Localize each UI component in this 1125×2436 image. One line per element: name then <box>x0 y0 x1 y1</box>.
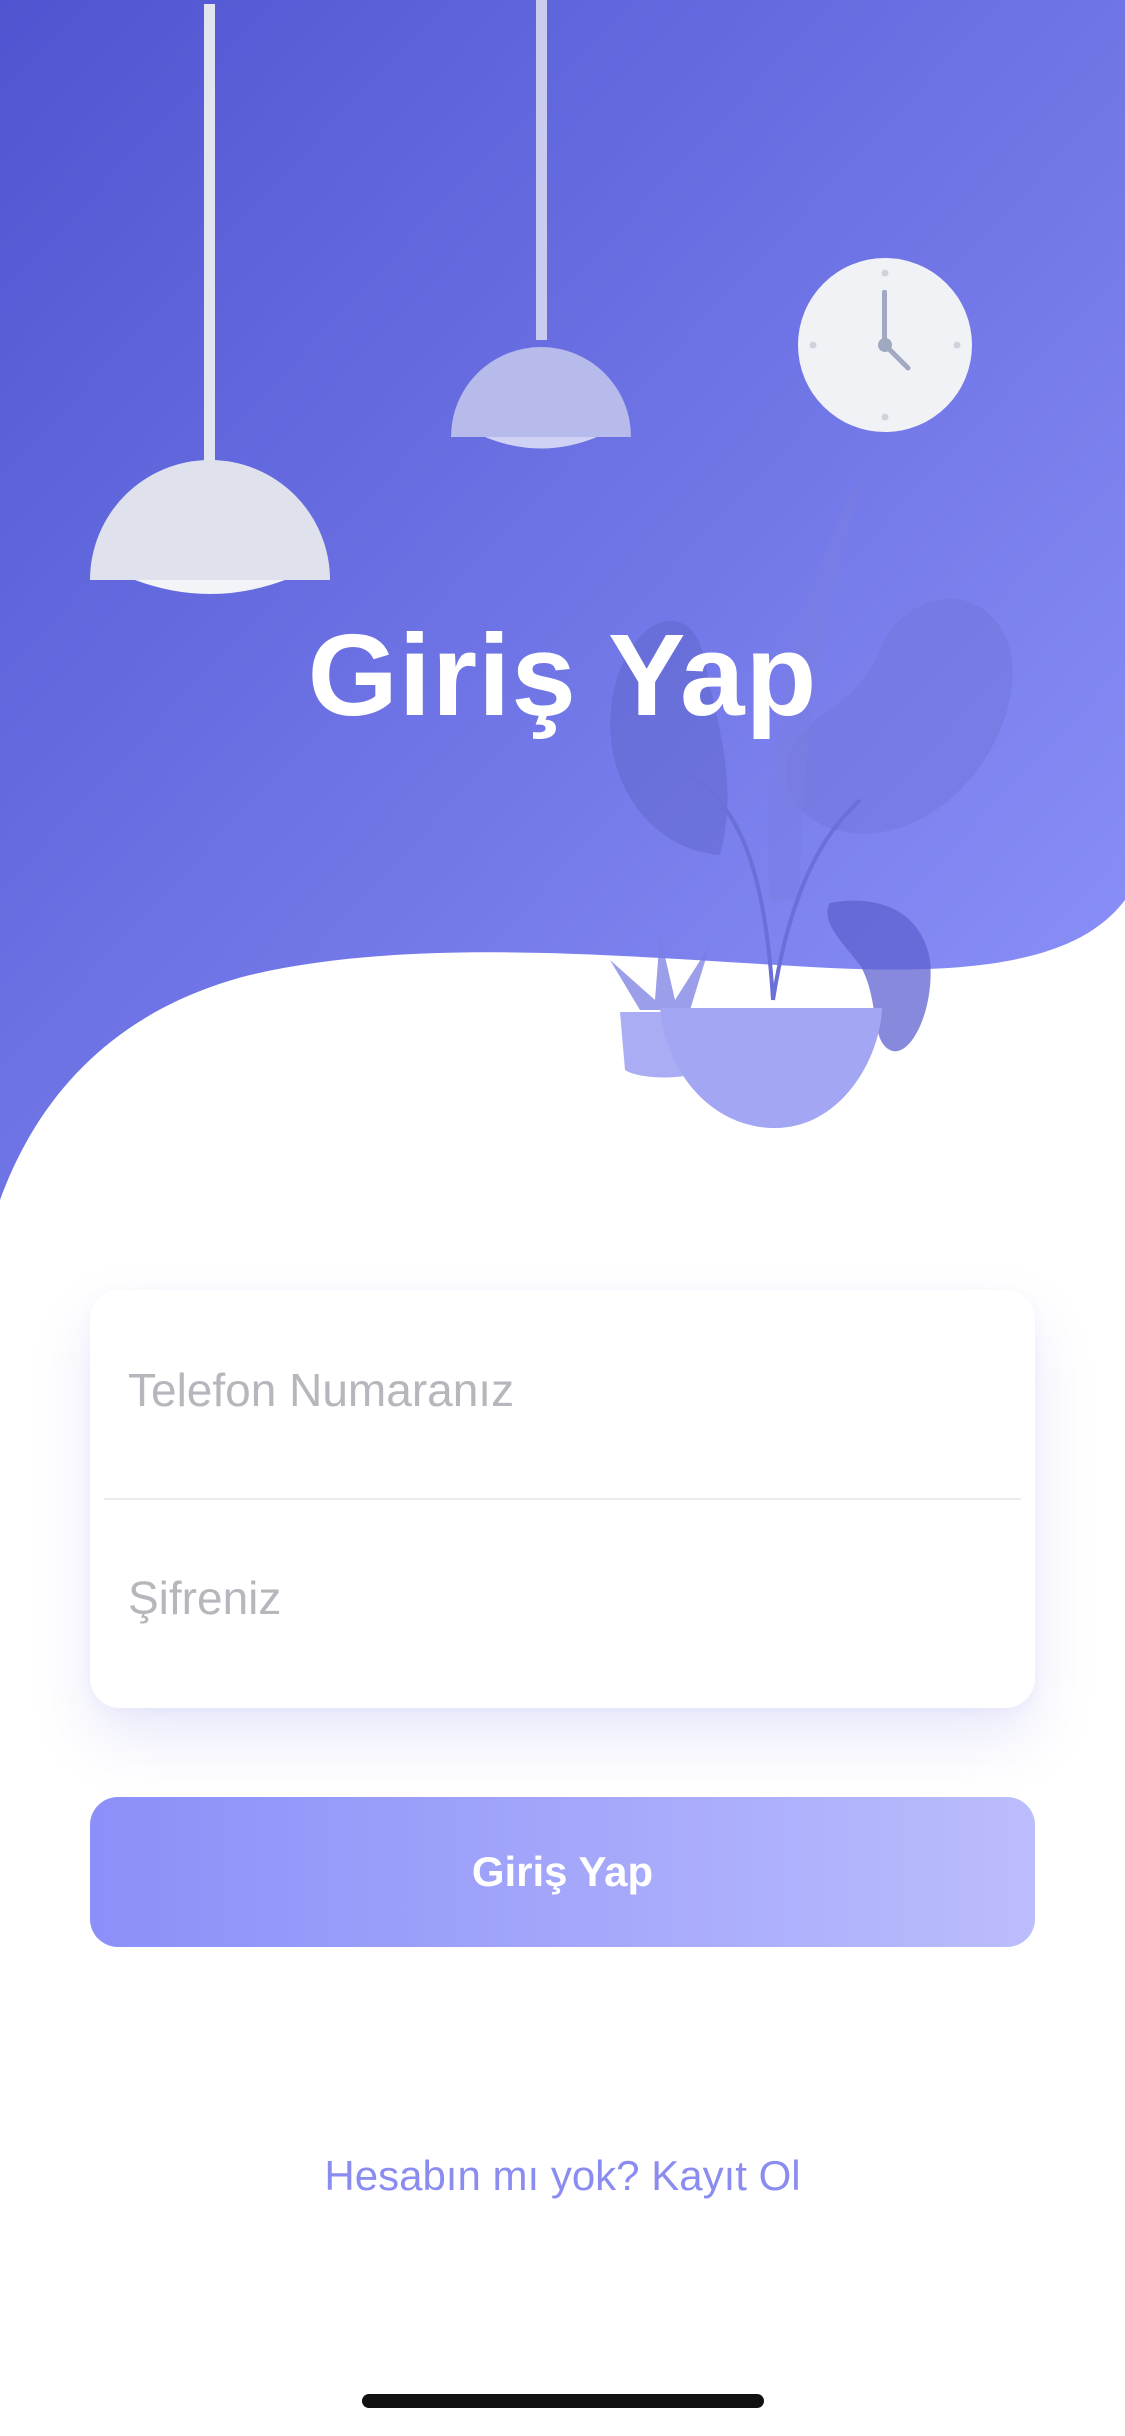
hero-header: Giriş Yap <box>0 0 1125 1220</box>
home-indicator <box>362 2394 764 2408</box>
signup-link[interactable]: Hesabın mı yok? Kayıt Ol <box>0 2152 1125 2200</box>
password-input[interactable] <box>128 1571 988 1625</box>
phone-input[interactable] <box>128 1363 988 1417</box>
password-field[interactable] <box>90 1498 1035 1698</box>
phone-field[interactable] <box>90 1290 1035 1490</box>
wall-clock-icon <box>798 258 972 432</box>
login-form-card <box>90 1290 1035 1708</box>
page-title: Giriş Yap <box>307 610 818 740</box>
login-button[interactable]: Giriş Yap <box>90 1797 1035 1947</box>
